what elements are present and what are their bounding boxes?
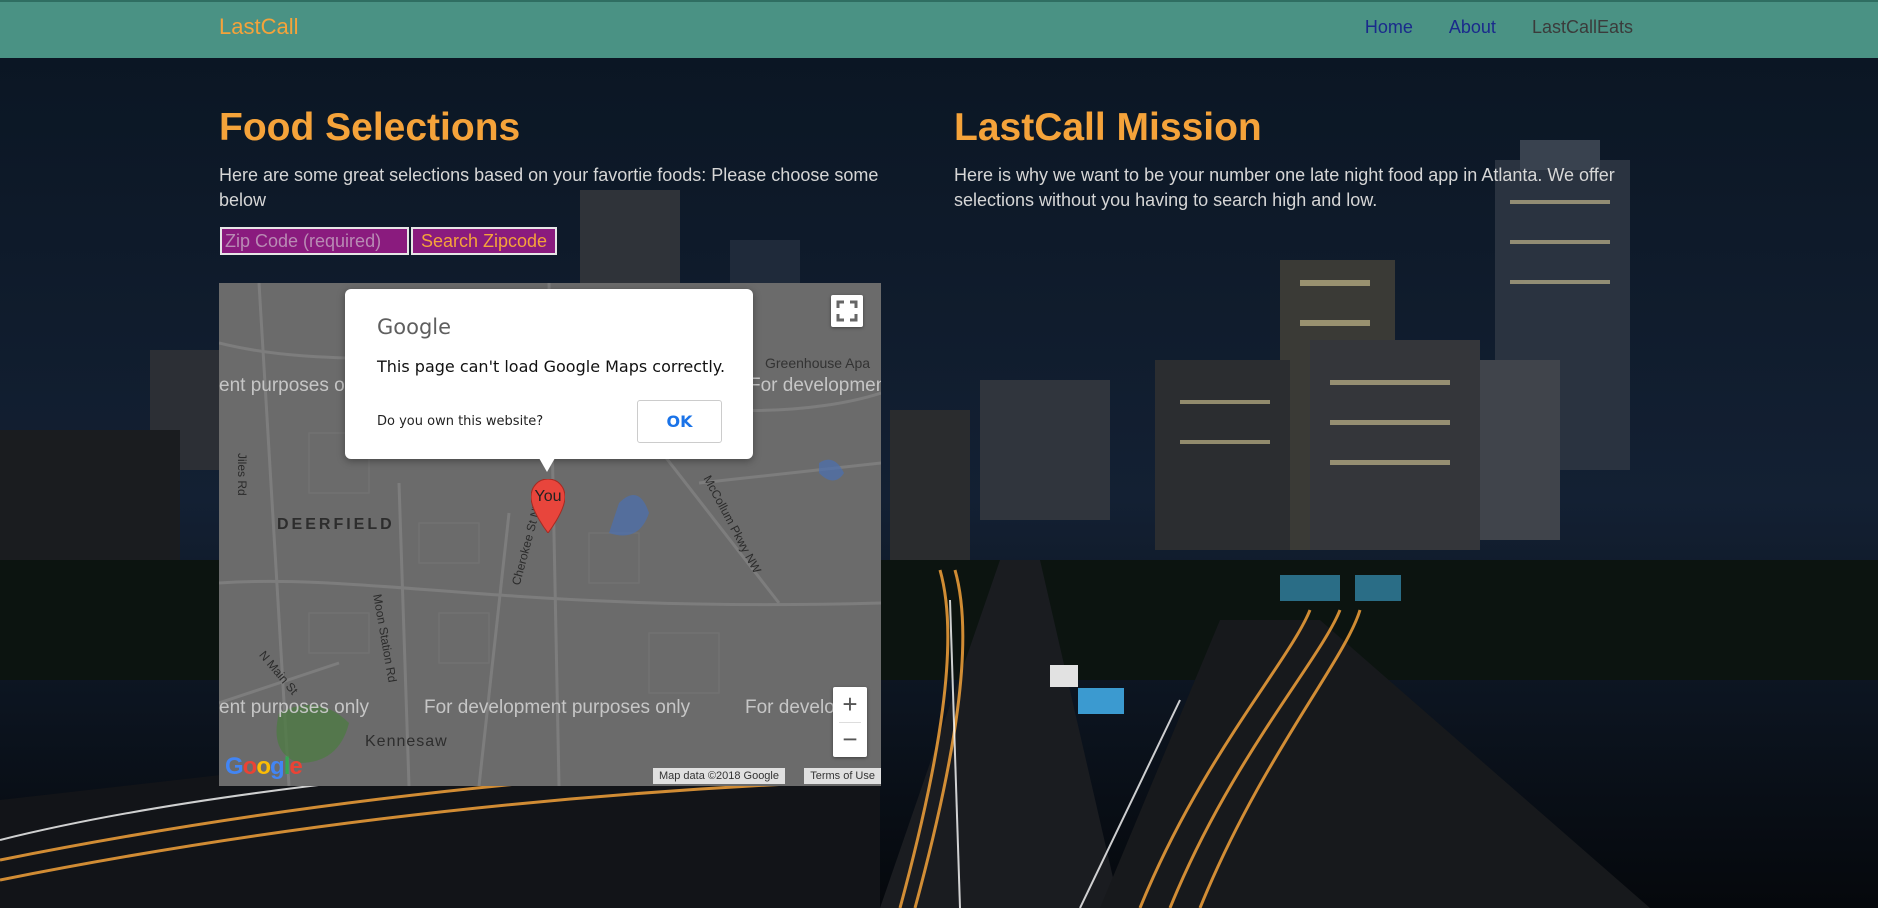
mission-title: LastCall Mission [954, 106, 1262, 149]
maps-error-dialog: Google This page can't load Google Maps … [345, 289, 753, 472]
nav-link-about[interactable]: About [1449, 17, 1496, 38]
dialog-question: Do you own this website? [377, 414, 544, 429]
marker-label: You [534, 488, 562, 505]
dialog-google-logo: Google [377, 315, 452, 339]
brand-logo[interactable]: LastCall [219, 14, 298, 40]
dialog-message: This page can't load Google Maps correct… [377, 357, 726, 376]
google-map[interactable]: ent purposes only For developmen ent pur… [219, 283, 881, 786]
food-selections-title: Food Selections [219, 106, 521, 149]
dev-watermark: For development purposes only [424, 697, 691, 718]
nav-links: Home About LastCallEats [1365, 17, 1633, 38]
food-selections-description: Here are some great selections based on … [219, 165, 879, 210]
map-label-kennesaw: Kennesaw [365, 733, 448, 750]
google-map-logo: Google [225, 753, 303, 780]
map-label-jiles-rd: Jiles Rd [235, 453, 249, 496]
fullscreen-button[interactable] [831, 295, 863, 327]
zoom-out-button[interactable]: − [833, 722, 867, 757]
zoom-control: + − [833, 687, 867, 757]
dev-watermark: For developmen [749, 375, 881, 396]
zip-code-input[interactable] [220, 227, 409, 255]
nav-link-home[interactable]: Home [1365, 17, 1413, 38]
navbar: LastCall Home About LastCallEats [0, 0, 1878, 58]
map-label-deerfield: DEERFIELD [277, 516, 395, 533]
terms-of-use-link[interactable]: Terms of Use [804, 768, 881, 784]
dev-watermark: ent purposes only [219, 697, 369, 718]
dev-watermark: For develo [745, 697, 835, 718]
fullscreen-icon [836, 300, 858, 322]
map-attribution: Map data ©2018 Google [652, 768, 785, 784]
zoom-in-button[interactable]: + [833, 687, 867, 722]
mission-description: Here is why we want to be your number on… [954, 165, 1615, 210]
nav-link-lastcalleats[interactable]: LastCallEats [1532, 17, 1633, 38]
dialog-ok-button[interactable]: OK [637, 400, 722, 443]
map-label-greenhouse: Greenhouse Apa [765, 355, 871, 371]
search-zipcode-button[interactable]: Search Zipcode [411, 227, 558, 255]
